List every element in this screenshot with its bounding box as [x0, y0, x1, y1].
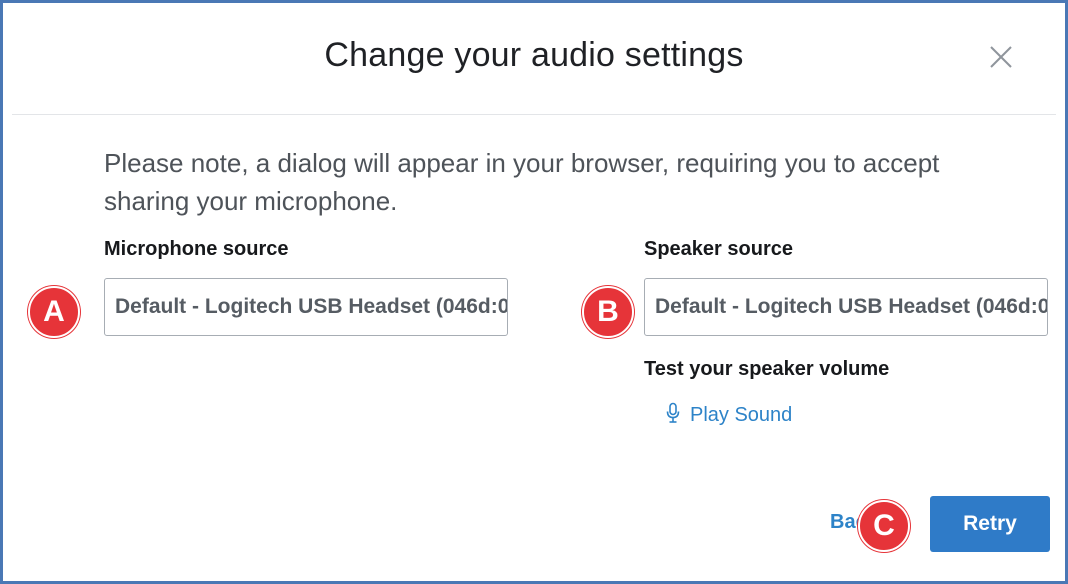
test-speaker-volume-label: Test your speaker volume [644, 358, 890, 380]
permission-note: Please note, a dialog will appear in you… [104, 148, 940, 216]
callout-badge-c: C [858, 500, 910, 552]
callout-badge-a: A [28, 286, 80, 338]
speaker-source-label: Speaker source [644, 238, 793, 260]
close-icon[interactable] [986, 42, 1016, 72]
speaker-source-select[interactable]: Default - Logitech USB Headset (046d:0a8… [644, 278, 1048, 336]
dialog-title: Change your audio settings [324, 36, 744, 74]
audio-settings-dialog: Change your audio settings Please note, … [6, 6, 1062, 578]
microphone-icon [666, 402, 680, 429]
play-sound-link[interactable]: Play Sound [666, 402, 792, 429]
microphone-source-select[interactable]: Default - Logitech USB Headset (046d:0a8… [104, 278, 508, 336]
retry-button[interactable]: Retry [930, 496, 1050, 552]
header-divider [12, 114, 1056, 115]
callout-badge-b: B [582, 286, 634, 338]
back-button[interactable]: Back [830, 511, 858, 534]
microphone-source-label: Microphone source [104, 238, 289, 260]
play-sound-label: Play Sound [690, 404, 793, 426]
